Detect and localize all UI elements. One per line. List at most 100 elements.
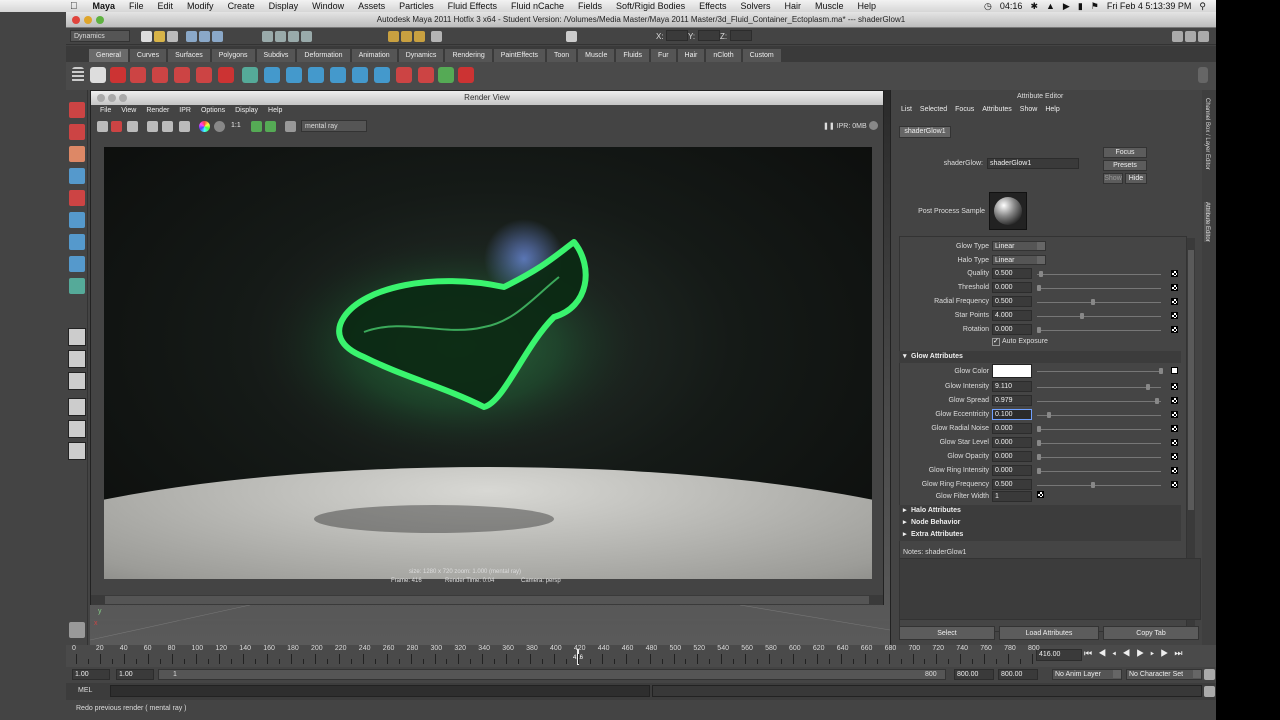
attr-glow-7-map-button[interactable] bbox=[1171, 481, 1178, 488]
shelf-deform-icon[interactable] bbox=[242, 67, 258, 83]
menu-window[interactable]: Window bbox=[305, 1, 351, 11]
new-scene-icon[interactable] bbox=[141, 31, 152, 42]
shelf-torus-icon[interactable] bbox=[130, 67, 146, 83]
attr-glow-0-slider[interactable] bbox=[1037, 387, 1161, 388]
custom-tool-icon[interactable] bbox=[69, 622, 85, 638]
flag-icon[interactable]: ⚑ bbox=[1091, 1, 1099, 12]
rv-menu-render[interactable]: Render bbox=[141, 105, 174, 117]
attr-glow-4-field[interactable]: 0.000 bbox=[992, 437, 1032, 448]
lasso-tool-icon[interactable] bbox=[69, 124, 85, 140]
glow-color-map-button[interactable] bbox=[1171, 367, 1178, 374]
attr-top-3-field[interactable]: 4.000 bbox=[992, 310, 1032, 321]
attr-glow-3-slider-thumb[interactable] bbox=[1037, 426, 1041, 432]
shelf-tab-rendering[interactable]: Rendering bbox=[444, 48, 493, 62]
attr-glow-1-map-button[interactable] bbox=[1171, 397, 1178, 404]
menu-datetime[interactable]: Fri Feb 4 5:13:39 PM bbox=[1107, 1, 1192, 11]
attr-glow-0-field[interactable]: 9.110 bbox=[992, 381, 1032, 392]
ae-menu-list[interactable]: List bbox=[897, 106, 916, 113]
attr-glow-1-field[interactable]: 0.979 bbox=[992, 395, 1032, 406]
camera-select-icon[interactable] bbox=[285, 121, 296, 132]
attr-glow-4-slider-thumb[interactable] bbox=[1037, 440, 1041, 446]
menu-soft-rigid[interactable]: Soft/Rigid Bodies bbox=[609, 1, 692, 11]
hide-button[interactable]: Hide bbox=[1125, 173, 1147, 184]
snapshot-icon[interactable] bbox=[127, 121, 138, 132]
snap-view-icon[interactable] bbox=[301, 31, 312, 42]
attr-top-4-map-button[interactable] bbox=[1171, 326, 1178, 333]
end-time-field[interactable]: 800.00 bbox=[998, 669, 1038, 680]
select-object-icon[interactable] bbox=[199, 31, 210, 42]
ae-menu-attributes[interactable]: Attributes bbox=[978, 106, 1016, 113]
attr-top-1-slider[interactable] bbox=[1037, 288, 1161, 289]
persp-outliner-layout-icon[interactable] bbox=[68, 372, 86, 390]
shelf-tab-dynamics[interactable]: Dynamics bbox=[397, 48, 445, 62]
glow-color-thumb[interactable] bbox=[1159, 368, 1163, 374]
apple-icon[interactable]:  bbox=[0, 1, 86, 12]
filter-width-map-button[interactable] bbox=[1037, 491, 1044, 498]
persp-graph-layout-icon[interactable] bbox=[68, 398, 86, 416]
range-slider[interactable]: 1 800 bbox=[158, 669, 946, 680]
script-editor-icon[interactable] bbox=[1204, 686, 1215, 697]
snap-grid-icon[interactable] bbox=[262, 31, 273, 42]
menu-app-name[interactable]: Maya bbox=[86, 1, 123, 11]
ae-node-tab[interactable]: shaderGlow1 bbox=[899, 126, 951, 138]
attr-glow-5-slider[interactable] bbox=[1037, 457, 1161, 458]
y-field[interactable] bbox=[698, 30, 720, 41]
glow-color-swatch[interactable] bbox=[992, 364, 1032, 378]
shelf-tab-general[interactable]: General bbox=[88, 48, 129, 62]
attr-top-2-map-button[interactable] bbox=[1171, 298, 1178, 305]
menu-effects[interactable]: Effects bbox=[692, 1, 733, 11]
anim-layer-dropdown[interactable]: No Anim Layer bbox=[1052, 669, 1122, 680]
attr-top-1-field[interactable]: 0.000 bbox=[992, 282, 1032, 293]
scroll-thumb[interactable] bbox=[105, 596, 869, 604]
attr-glow-0-map-button[interactable] bbox=[1171, 383, 1178, 390]
shelf-tab-deformation[interactable]: Deformation bbox=[296, 48, 351, 62]
attr-glow-1-slider-thumb[interactable] bbox=[1155, 398, 1159, 404]
attr-glow-6-slider[interactable] bbox=[1037, 471, 1161, 472]
renderer-dropdown[interactable]: mental ray bbox=[301, 120, 367, 132]
shelf-tab-fluids[interactable]: Fluids bbox=[615, 48, 651, 62]
next-key-icon[interactable]: ▸ bbox=[1150, 648, 1160, 658]
attr-glow-7-field[interactable]: 0.500 bbox=[992, 479, 1032, 490]
hypershade-icon[interactable] bbox=[431, 31, 442, 42]
glow-type-dropdown[interactable]: Linear bbox=[992, 241, 1046, 251]
play-forward-icon[interactable]: ▶ bbox=[1136, 648, 1150, 658]
rv-minimize-icon[interactable] bbox=[108, 94, 116, 102]
attr-glow-5-map-button[interactable] bbox=[1171, 453, 1178, 460]
attr-glow-7-slider[interactable] bbox=[1037, 485, 1161, 486]
auto-exposure-checkbox[interactable]: ✓ bbox=[992, 338, 1000, 346]
menu-display[interactable]: Display bbox=[262, 1, 306, 11]
select-hierarchy-icon[interactable] bbox=[186, 31, 197, 42]
command-input[interactable] bbox=[110, 685, 650, 697]
region-render-icon[interactable] bbox=[147, 121, 158, 132]
ae-menu-selected[interactable]: Selected bbox=[916, 106, 951, 113]
manipulator-tool-icon[interactable] bbox=[69, 234, 85, 250]
menu-fluid-effects[interactable]: Fluid Effects bbox=[441, 1, 504, 11]
attr-top-2-slider-thumb[interactable] bbox=[1091, 299, 1095, 305]
rv-menu-view[interactable]: View bbox=[116, 105, 141, 117]
glow-color-slider[interactable] bbox=[1037, 371, 1161, 372]
menu-assets[interactable]: Assets bbox=[351, 1, 392, 11]
ipr-render-icon[interactable] bbox=[401, 31, 412, 42]
shelf-light-icon[interactable] bbox=[264, 67, 280, 83]
start-time-field[interactable]: 1.00 bbox=[72, 669, 110, 680]
focus-button[interactable]: Focus bbox=[1103, 147, 1147, 158]
shelf-lattice-icon[interactable] bbox=[396, 67, 412, 83]
shelf-paint-icon[interactable] bbox=[438, 67, 454, 83]
attr-top-1-map-button[interactable] bbox=[1171, 284, 1178, 291]
render-settings-icon[interactable] bbox=[414, 31, 425, 42]
ae-menu-show[interactable]: Show bbox=[1016, 106, 1042, 113]
rgb-channels-icon[interactable] bbox=[199, 121, 210, 132]
node-behavior-section[interactable]: ▸ Node Behavior bbox=[899, 517, 1181, 529]
shelf-history-icon[interactable] bbox=[374, 67, 390, 83]
time-slider[interactable]: 416 416.00 ⏮◀◂◀▶▸▶⏭ 02040608010012014016… bbox=[66, 645, 1216, 667]
menu-solvers[interactable]: Solvers bbox=[733, 1, 777, 11]
hypershade-layout-icon[interactable] bbox=[68, 420, 86, 438]
close-window-icon[interactable] bbox=[72, 16, 80, 24]
open-scene-icon[interactable] bbox=[154, 31, 165, 42]
attr-glow-4-slider[interactable] bbox=[1037, 443, 1161, 444]
show-button[interactable]: Show bbox=[1103, 173, 1123, 184]
shelf-tab-ncloth[interactable]: nCloth bbox=[705, 48, 742, 62]
attr-top-3-slider-thumb[interactable] bbox=[1080, 313, 1084, 319]
filter-width-field[interactable]: 1 bbox=[992, 491, 1032, 502]
render-view-scrollbar[interactable] bbox=[91, 595, 883, 605]
